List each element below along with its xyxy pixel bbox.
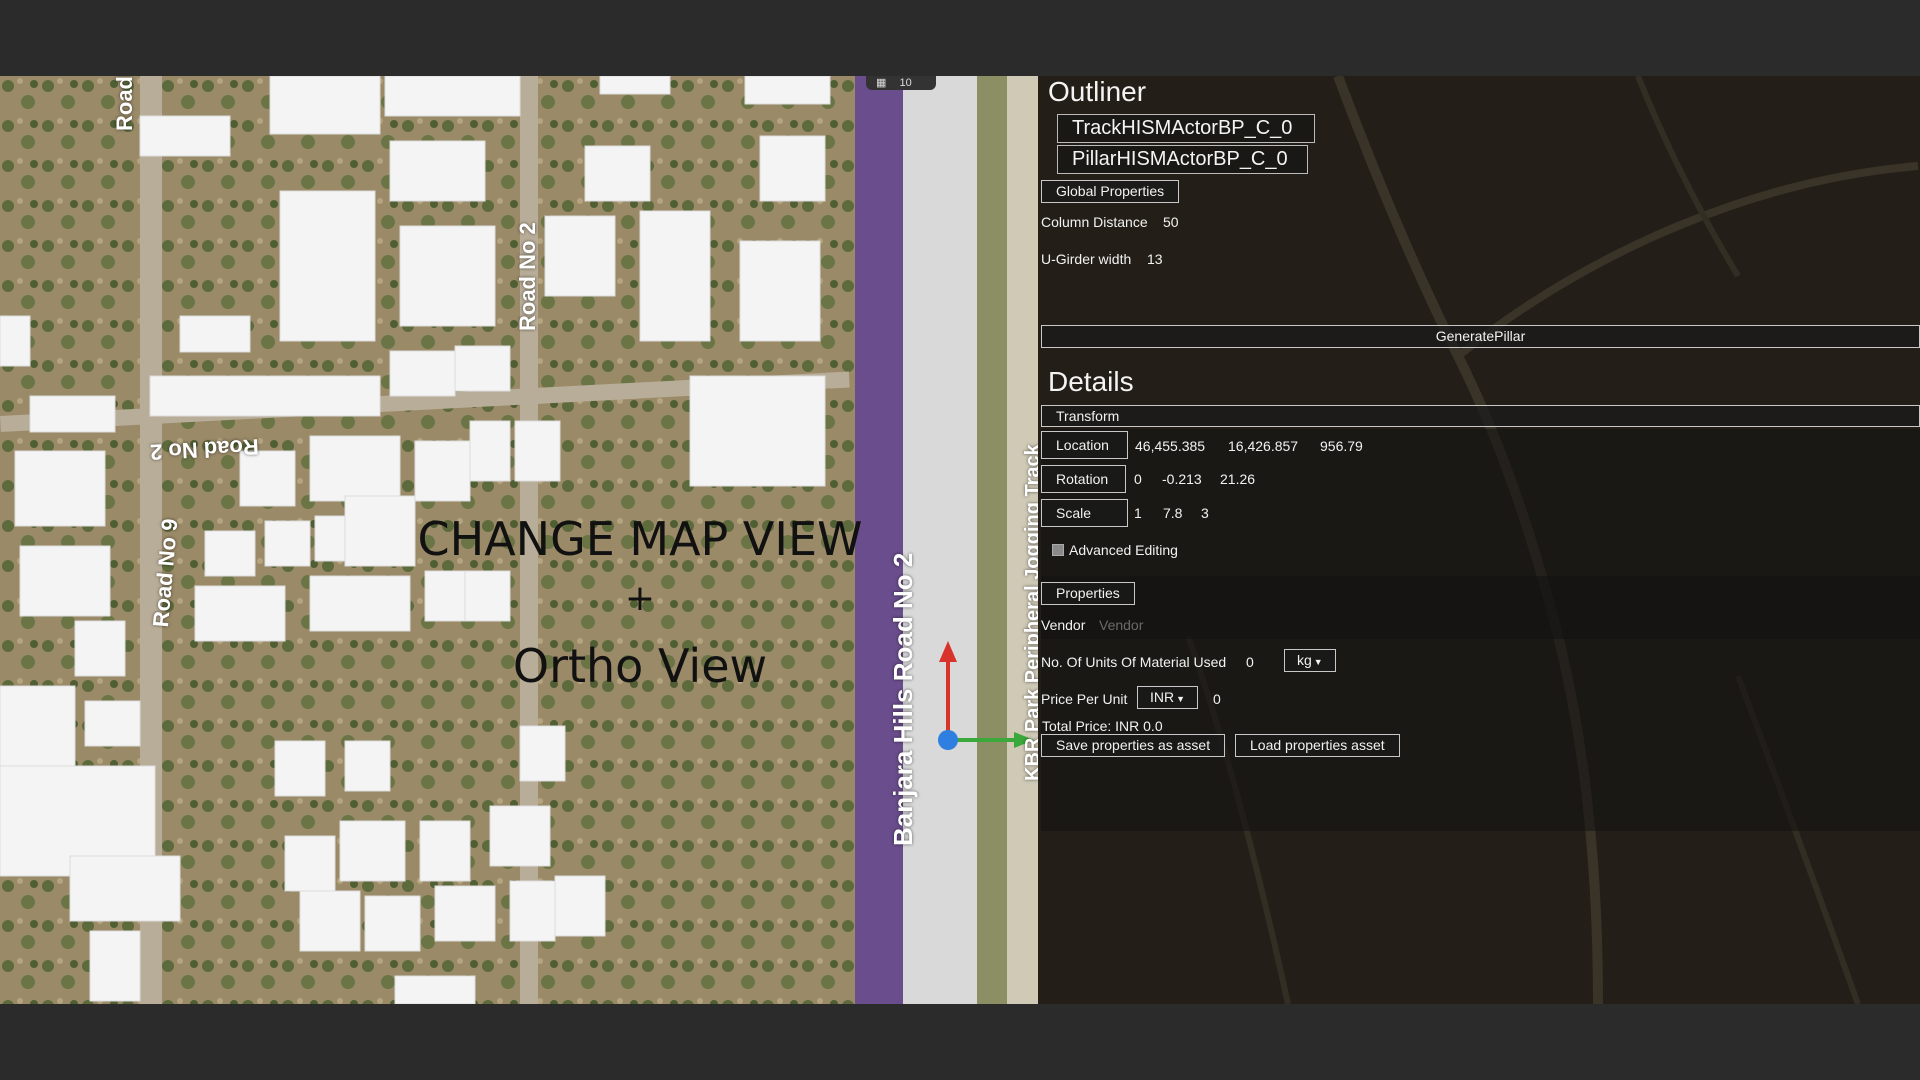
scale-z[interactable]: 3 [1201, 505, 1209, 521]
price-input[interactable]: 0 [1213, 691, 1221, 707]
advanced-editing-checkbox[interactable] [1052, 544, 1064, 556]
units-dropdown-value: kg [1297, 652, 1312, 668]
location-x[interactable]: 46,455.385 [1135, 438, 1205, 454]
units-label: No. Of Units Of Material Used [1041, 654, 1227, 670]
vendor-input[interactable]: Vendor [1099, 617, 1143, 633]
save-properties-button[interactable]: Save properties as asset [1041, 734, 1226, 757]
rotation-z[interactable]: 21.26 [1220, 471, 1255, 487]
currency-dropdown[interactable]: INR ▼ [1137, 686, 1199, 709]
bottom-bar [0, 1004, 1920, 1080]
map-viewport[interactable]: ▦ 10 Road Road No 2 Road No 2 Road No 9 … [0, 76, 1038, 1004]
view-toggle[interactable]: ▦ 10 [866, 76, 936, 90]
rotation-button[interactable]: Rotation [1041, 465, 1126, 493]
location-z[interactable]: 956.79 [1320, 438, 1363, 454]
rotation-x[interactable]: 0 [1134, 471, 1142, 487]
outliner-item-track[interactable]: TrackHISMActorBP_C_0 [1057, 114, 1315, 143]
details-title: Details [1048, 366, 1134, 397]
road-label-banjara: Banjara Hills Road No 2 [888, 552, 918, 846]
scale-x[interactable]: 1 [1134, 505, 1142, 521]
column-distance-input[interactable]: 50 [1163, 214, 1179, 230]
total-price: Total Price: INR 0.0 [1042, 718, 1163, 734]
grid-icon: ▦ [876, 77, 887, 89]
road-label-top: Road [112, 76, 137, 131]
advanced-editing-label: Advanced Editing [1069, 542, 1178, 558]
units-dropdown[interactable]: kg ▼ [1284, 649, 1336, 672]
units-input[interactable]: 0 [1246, 654, 1254, 670]
global-properties-button[interactable]: Global Properties [1041, 180, 1180, 203]
road-label-road-no2-vertical: Road No 2 [515, 222, 540, 331]
scale-y[interactable]: 7.8 [1163, 505, 1182, 521]
overlay-line-3: Ortho View [512, 639, 768, 693]
road-label-kbr-track: KBR Park Peripheral Jogging Track [1022, 444, 1038, 781]
overlay-line-2: + [624, 578, 656, 619]
column-distance-label: Column Distance [1041, 214, 1148, 230]
rotation-y[interactable]: -0.213 [1162, 471, 1202, 487]
view-toggle-value: 10 [899, 77, 912, 89]
vendor-label: Vendor [1041, 617, 1086, 633]
properties-button[interactable]: Properties [1041, 582, 1135, 605]
transform-section-header[interactable]: Transform [1041, 405, 1920, 427]
overlay-line-1: CHANGE MAP VIEW [417, 512, 863, 566]
editor-panel: Outliner TrackHISMActorBP_C_0 PillarHISM… [1038, 76, 1920, 1004]
outliner-title: Outliner [1048, 76, 1147, 107]
scale-button[interactable]: Scale [1041, 499, 1128, 527]
caret-down-icon: ▼ [1313, 657, 1323, 667]
location-y[interactable]: 16,426.857 [1228, 438, 1298, 454]
top-bar [0, 0, 1920, 76]
caret-down-icon: ▼ [1176, 694, 1186, 704]
location-button[interactable]: Location [1041, 431, 1128, 459]
price-per-unit-label: Price Per Unit [1041, 691, 1128, 707]
outliner-item-pillar[interactable]: PillarHISMActorBP_C_0 [1057, 145, 1308, 174]
ugirder-width-input[interactable]: 13 [1147, 251, 1163, 267]
generate-pillar-button[interactable]: GeneratePillar [1041, 325, 1920, 348]
load-properties-button[interactable]: Load properties asset [1235, 734, 1400, 757]
ugirder-width-label: U-Girder width [1041, 251, 1132, 267]
currency-dropdown-value: INR [1150, 689, 1175, 705]
